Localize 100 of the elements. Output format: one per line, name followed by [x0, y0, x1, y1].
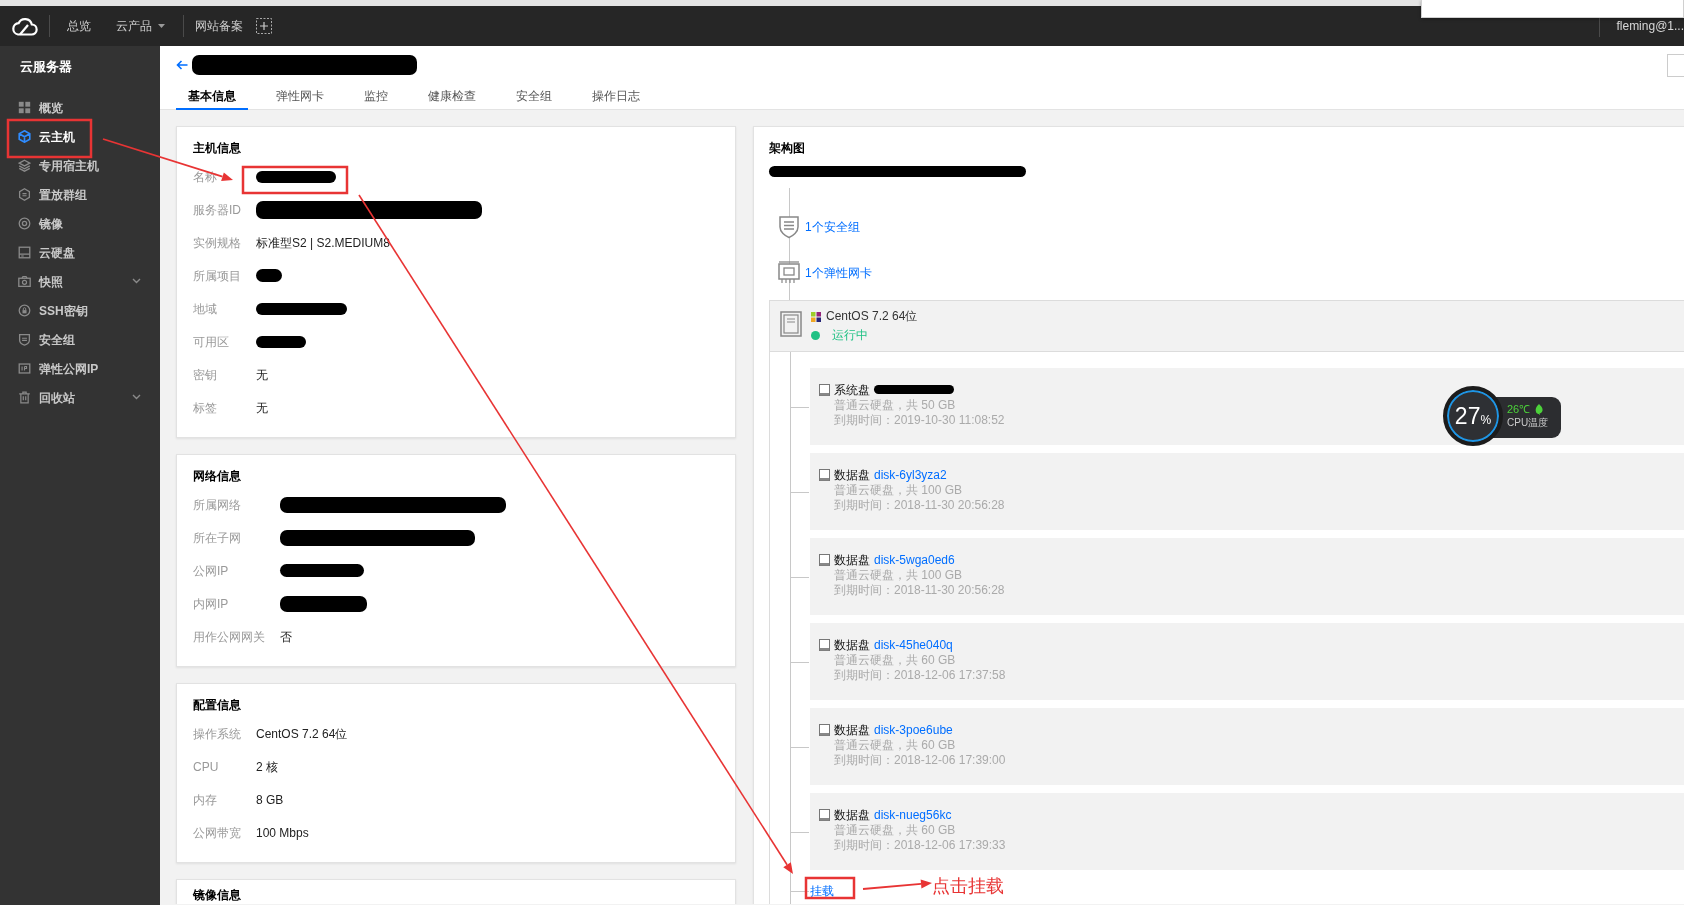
card-title: 配置信息	[193, 697, 241, 714]
field-label: 实例规格	[193, 234, 241, 252]
disk-id-link[interactable]: disk-3poe6ube	[874, 720, 953, 739]
disk-type: 数据盘	[834, 721, 870, 739]
field-label: 所属项目	[193, 267, 241, 285]
sidebar-item[interactable]: 弹性公网IP	[0, 354, 160, 383]
sidebar-item[interactable]: 安全组	[0, 325, 160, 354]
disk-expiry: 到期时间：2018-11-30 20:56:28	[834, 498, 1005, 513]
disk-id-link[interactable]: disk-nueg56kc	[874, 805, 952, 824]
field-label: 所在子网	[193, 529, 242, 547]
annotation-text: 点击挂载	[932, 875, 1004, 897]
field-value: 无	[256, 366, 268, 384]
shield-icon	[18, 333, 31, 346]
tab[interactable]: 操作日志	[580, 84, 652, 110]
sidebar-item[interactable]: 回收站	[0, 383, 160, 412]
field-label: 所属网络	[193, 496, 242, 514]
field-label: 标签	[193, 399, 218, 417]
disk-expiry: 到期时间：2018-11-30 20:56:28	[834, 583, 1005, 598]
field-value: CentOS 7.2 64位	[256, 725, 348, 743]
card-title: 镜像信息	[193, 887, 241, 903]
sidebar-item[interactable]: 快照	[0, 267, 160, 296]
status-text: 运行中	[832, 327, 868, 344]
field-value: 无	[256, 399, 268, 417]
hexagon-icon	[18, 188, 31, 201]
nav-link[interactable]: 总览	[67, 18, 91, 34]
shield-icon	[778, 215, 800, 239]
target-icon	[18, 217, 31, 230]
field-label: 服务器ID	[193, 201, 241, 219]
disk-type: 数据盘	[834, 551, 870, 569]
os-logo-icon	[811, 310, 821, 323]
disk-id-link[interactable]: disk-6yl3yza2	[874, 465, 947, 484]
grid-icon	[18, 101, 31, 114]
tab[interactable]: 健康检查	[416, 84, 488, 110]
caret-icon	[158, 24, 165, 28]
layers-icon	[18, 159, 31, 172]
sidebar-item[interactable]: 云主机	[0, 122, 160, 151]
percent-unit: %	[1480, 411, 1492, 429]
nav-link[interactable]: 网站备案	[195, 18, 243, 34]
field-label: 公网IP	[193, 562, 230, 580]
sidebar-item[interactable]: 概览	[0, 93, 160, 122]
field-label: 公网带宽	[193, 824, 241, 842]
field-label: 地域	[193, 300, 218, 318]
disk-expiry: 到期时间：2018-12-06 17:37:58	[834, 668, 1006, 683]
add-icon[interactable]	[256, 18, 272, 34]
back-arrow-icon[interactable]	[176, 60, 188, 70]
sidebar-item[interactable]: 云硬盘	[0, 238, 160, 267]
field-label: CPU	[193, 758, 220, 776]
leaf-icon	[1535, 403, 1544, 415]
sidebar-title: 云服务器	[19, 58, 72, 76]
sidebar-item[interactable]: 镜像	[0, 209, 160, 238]
disk-type: 数据盘	[834, 806, 870, 824]
disk-spec: 普通云硬盘，共 50 GB	[834, 398, 956, 413]
field-label: 用作公网网关	[193, 628, 265, 646]
tab[interactable]: 弹性网卡	[264, 84, 336, 110]
field-label: 可用区	[193, 333, 230, 351]
disk-id-link[interactable]: disk-45he040q	[874, 635, 953, 654]
mount-link[interactable]: 挂载	[810, 882, 834, 900]
cpu-usage-value: 27	[1454, 404, 1481, 428]
disk-type: 系统盘	[834, 381, 870, 399]
trash-icon	[18, 391, 31, 404]
field-value: 2 核	[256, 758, 278, 776]
disk-spec: 普通云硬盘，共 100 GB	[834, 568, 963, 583]
disk-expiry: 到期时间：2018-12-06 17:39:00	[834, 753, 1006, 768]
disk-type: 数据盘	[834, 466, 870, 484]
os-name: CentOS 7.2 64位	[826, 308, 918, 325]
tab[interactable]: 监控	[352, 84, 400, 110]
field-value: 标准型S2 | S2.MEDIUM8	[256, 234, 390, 252]
tab[interactable]: 基本信息	[176, 84, 248, 110]
highlight-frame	[804, 876, 856, 900]
field-label: 内存	[193, 791, 218, 809]
cube-icon	[18, 130, 31, 143]
field-label: 操作系统	[193, 725, 241, 743]
cloud-logo-icon[interactable]	[11, 16, 38, 36]
field-value: 100 Mbps	[256, 824, 309, 842]
link[interactable]: 1个安全组	[805, 218, 860, 236]
field-label: 内网IP	[193, 595, 230, 613]
link[interactable]: 1个弹性网卡	[805, 264, 872, 282]
nav-link[interactable]: 云产品	[116, 18, 165, 34]
disk-id-link[interactable]: disk-5wga0ed6	[874, 550, 955, 569]
disk-expiry: 到期时间：2018-12-06 17:39:33	[834, 838, 1006, 853]
tab[interactable]: 安全组	[504, 84, 564, 110]
disk-spec: 普通云硬盘，共 60 GB	[834, 653, 956, 668]
field-label: 密钥	[193, 366, 218, 384]
ip-box-icon	[18, 362, 31, 375]
field-value: 否	[280, 628, 292, 646]
sidebar-item[interactable]: 专用宿主机	[0, 151, 160, 180]
lock-icon	[18, 304, 31, 317]
field-value: 8 GB	[256, 791, 284, 809]
temperature-value: 26℃	[1507, 402, 1531, 416]
sidebar-item[interactable]: 置放群组	[0, 180, 160, 209]
card-title: 主机信息	[193, 140, 241, 157]
server-icon	[780, 311, 802, 337]
temperature-label: CPU温度	[1507, 416, 1550, 430]
disk-spec: 普通云硬盘，共 60 GB	[834, 823, 956, 838]
annotation-arrow	[862, 879, 932, 890]
disk-type: 数据盘	[834, 636, 870, 654]
disk-spec: 普通云硬盘，共 100 GB	[834, 483, 963, 498]
sidebar-item[interactable]: SSH密钥	[0, 296, 160, 325]
user-name[interactable]: fleming@1...	[1616, 17, 1684, 35]
disk-spec: 普通云硬盘，共 60 GB	[834, 738, 956, 753]
